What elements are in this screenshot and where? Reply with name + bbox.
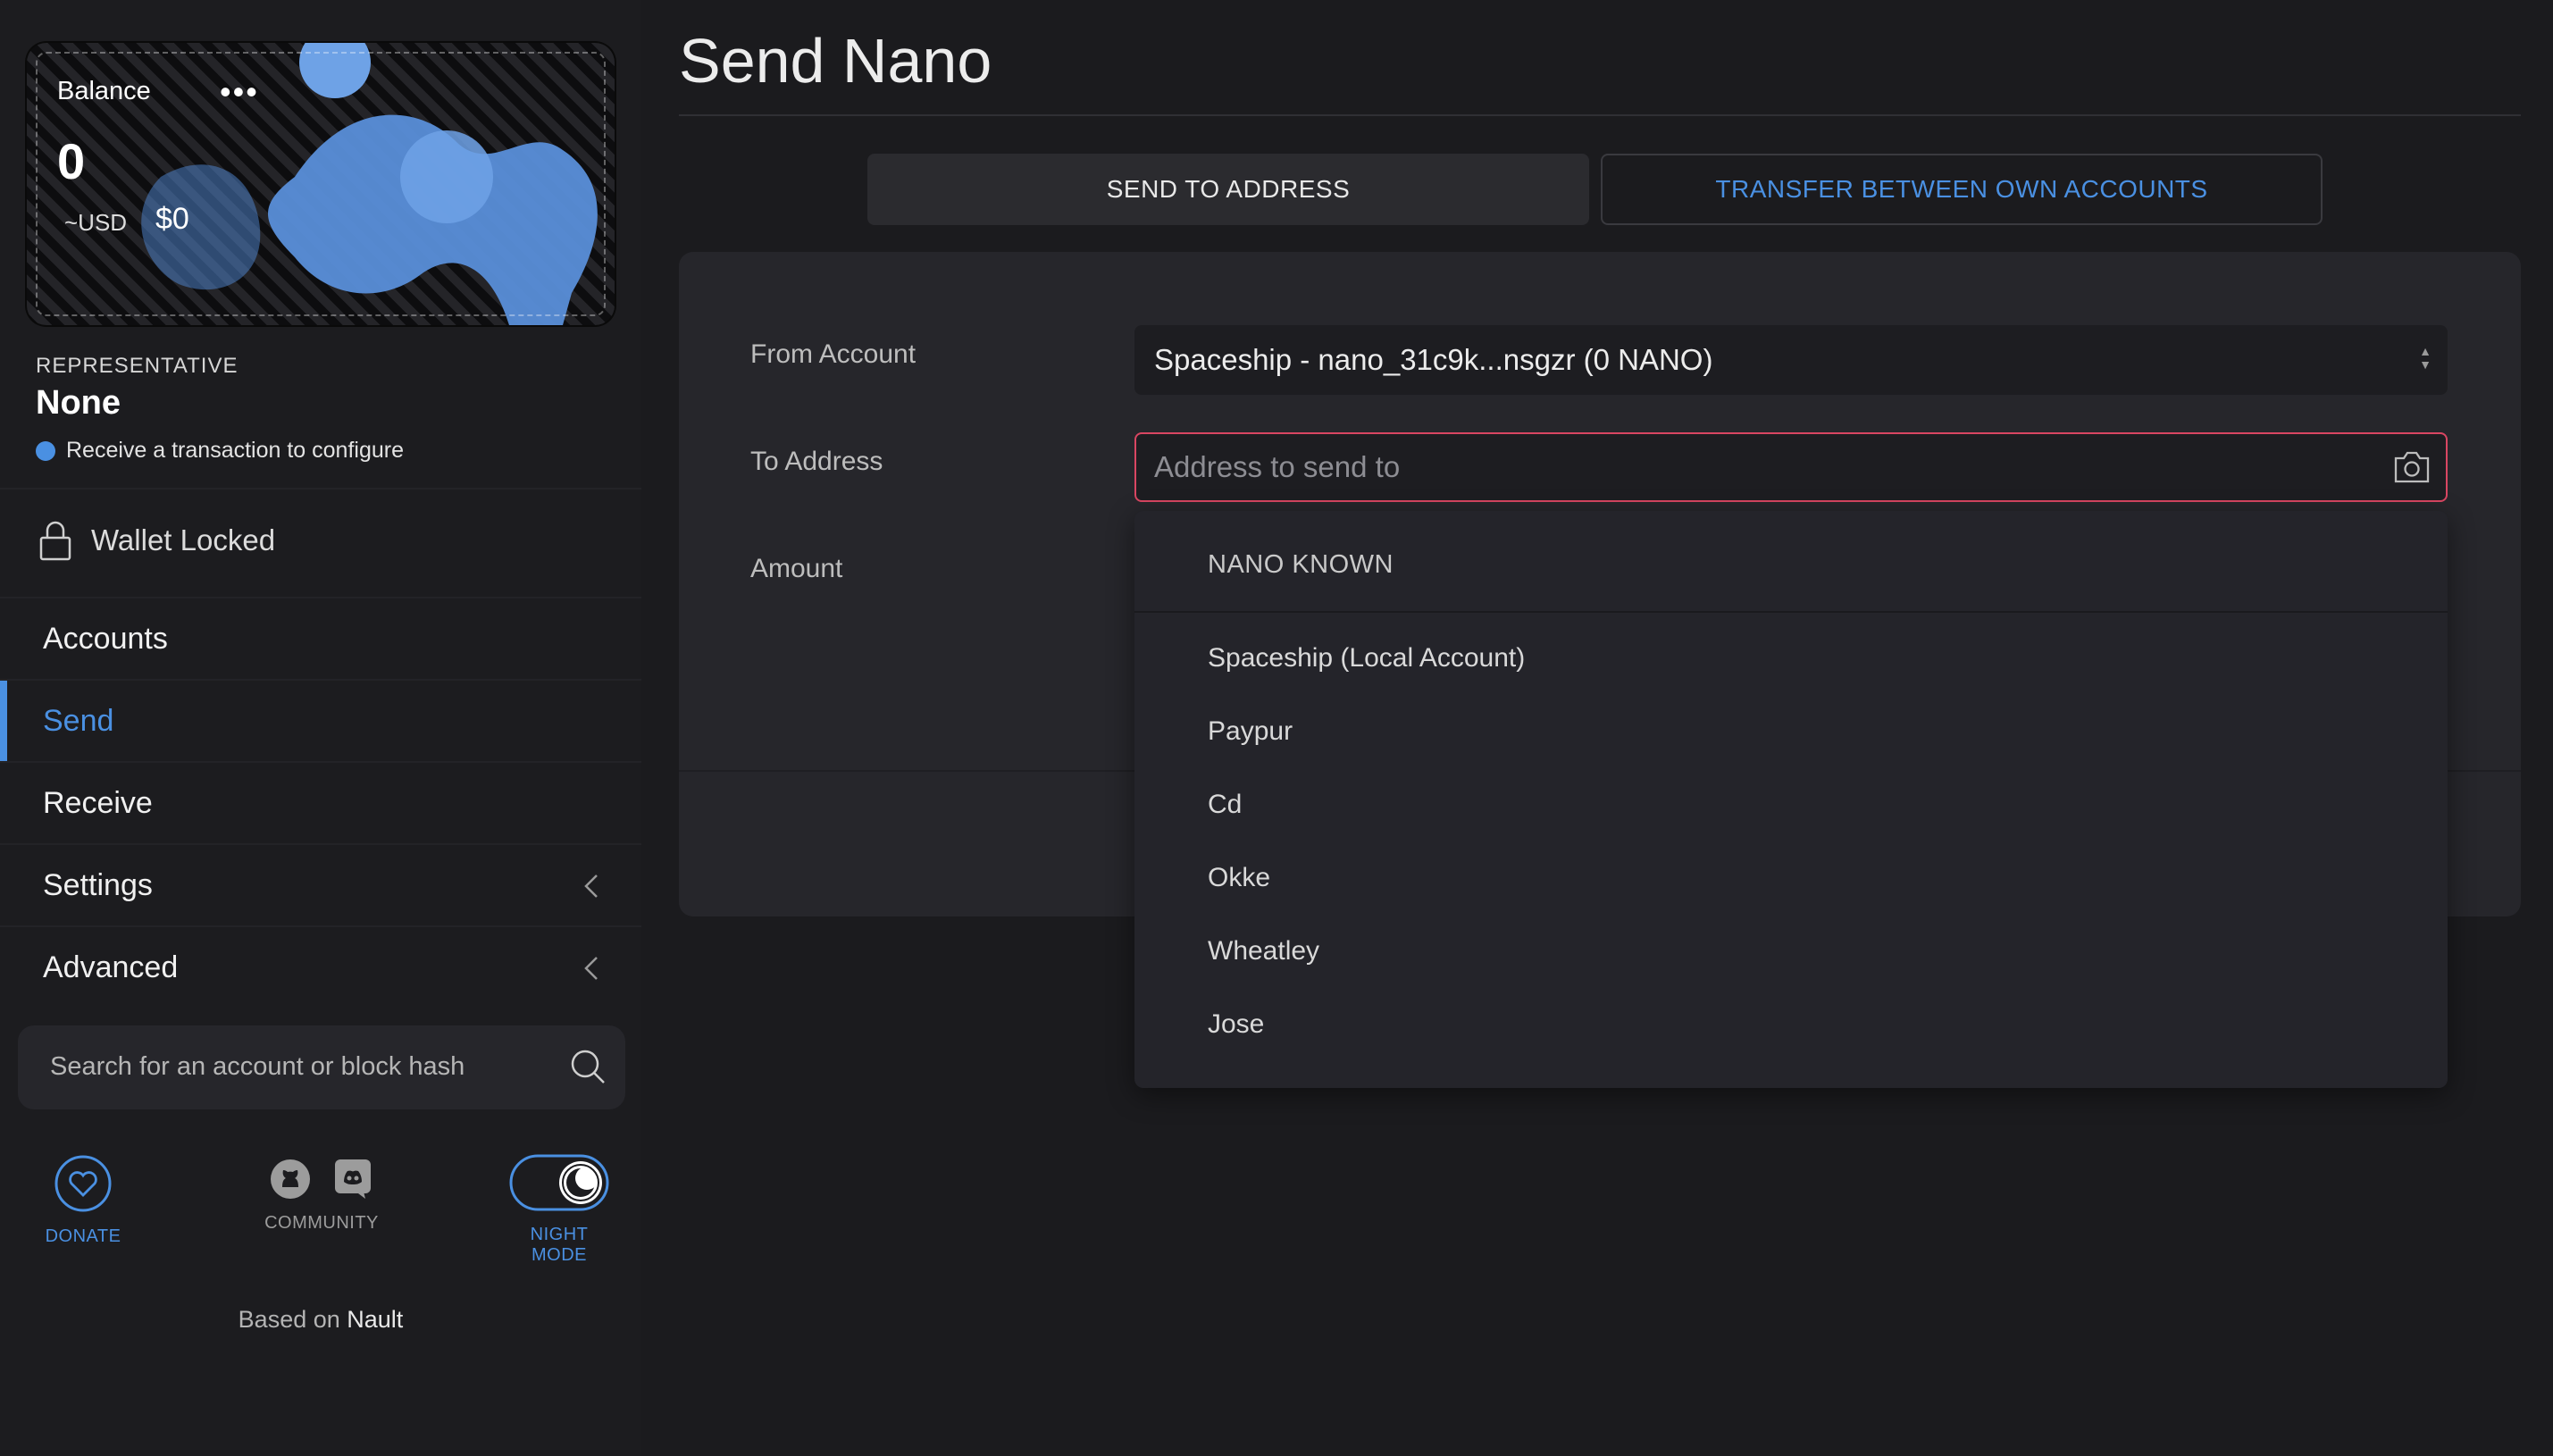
chevron-left-icon (584, 874, 598, 898)
based-on-credit: Based on Nault (0, 1306, 641, 1334)
night-mode-label: NIGHT MODE (530, 1225, 589, 1265)
balance-label: Balance (57, 77, 151, 105)
night-mode-toggle[interactable]: NIGHT MODE (500, 1154, 618, 1266)
dropdown-item[interactable]: Okke (1208, 863, 1270, 893)
donate-button[interactable]: DONATE (27, 1154, 139, 1247)
divider (0, 488, 641, 490)
sidebar: Balance ••• 0 ~USD $0 REPRESENTATIVE Non… (0, 0, 641, 1456)
dropdown-divider (1134, 611, 2448, 613)
representative-title: REPRESENTATIVE (36, 354, 239, 378)
toggle-switch-icon (509, 1154, 609, 1211)
info-dot-icon (36, 441, 55, 461)
github-icon[interactable] (269, 1158, 312, 1201)
to-address-input[interactable]: Address to send to (1134, 432, 2448, 502)
community-label: COMMUNITY (264, 1213, 379, 1233)
based-on-prefix: Based on (238, 1306, 340, 1333)
search-input[interactable]: Search for an account or block hash (18, 1025, 625, 1109)
from-account-label: From Account (750, 339, 917, 369)
chevron-left-icon (584, 957, 598, 980)
currency-value: $0 (155, 202, 189, 236)
dropdown-item[interactable]: Paypur (1208, 716, 1293, 747)
sidebar-item-label: Advanced (43, 950, 179, 984)
sidebar-item-advanced[interactable]: Advanced (0, 927, 641, 1008)
community-links: COMMUNITY (257, 1158, 386, 1234)
dropdown-item[interactable]: Cd (1208, 790, 1242, 820)
to-address-label: To Address (750, 447, 883, 476)
search-placeholder: Search for an account or block hash (50, 1052, 465, 1081)
representative-note: Receive a transaction to configure (66, 438, 404, 463)
tab-transfer-between-own-accounts[interactable]: TRANSFER BETWEEN OWN ACCOUNTS (1601, 154, 2323, 225)
dropdown-item[interactable]: Jose (1208, 1009, 1264, 1040)
sidebar-item-label: Settings (43, 867, 153, 902)
dropdown-item[interactable]: Wheatley (1208, 936, 1319, 966)
dropdown-item[interactable]: Spaceship (Local Account) (1208, 643, 1525, 674)
currency-label: ~USD (64, 209, 128, 236)
dropdown-header: NANO KNOWN (1208, 550, 1394, 579)
from-account-select[interactable]: Spaceship - nano_31c9k...nsgzr (0 NANO) … (1134, 325, 2448, 395)
search-icon[interactable] (568, 1047, 607, 1086)
sidebar-item-send[interactable]: Send (0, 681, 641, 761)
page-title: Send Nano (679, 26, 992, 96)
from-account-value: Spaceship - nano_31c9k...nsgzr (0 NANO) (1154, 343, 1713, 376)
tab-send-to-address[interactable]: SEND TO ADDRESS (867, 154, 1589, 225)
discord-icon[interactable] (331, 1158, 374, 1201)
select-arrows-icon: ▲ ▼ (2419, 344, 2432, 372)
sidebar-item-receive[interactable]: Receive (0, 763, 641, 843)
address-suggestions-dropdown: NANO KNOWN Spaceship (Local Account) Pay… (1134, 511, 2448, 1088)
wallet-locked-button[interactable]: Wallet Locked (39, 518, 275, 563)
sidebar-item-accounts[interactable]: Accounts (0, 598, 641, 679)
representative-value: None (36, 384, 121, 422)
heart-icon (54, 1155, 112, 1212)
balance-value: 0 (57, 133, 86, 189)
camera-icon[interactable] (2392, 450, 2432, 484)
sidebar-item-settings[interactable]: Settings (0, 845, 641, 925)
to-address-placeholder: Address to send to (1154, 450, 1401, 483)
sidebar-item-label: Receive (43, 785, 153, 820)
wallet-status: Wallet Locked (91, 523, 276, 556)
lock-icon (39, 521, 71, 561)
nault-link[interactable]: Nault (347, 1306, 403, 1333)
donate-label: DONATE (45, 1226, 121, 1246)
title-divider (679, 114, 2521, 116)
more-dots-icon[interactable]: ••• (220, 73, 259, 111)
balance-card: Balance ••• 0 ~USD $0 (27, 43, 615, 325)
sidebar-item-label: Accounts (43, 621, 168, 656)
amount-label: Amount (750, 554, 843, 583)
sidebar-item-label: Send (43, 703, 114, 738)
